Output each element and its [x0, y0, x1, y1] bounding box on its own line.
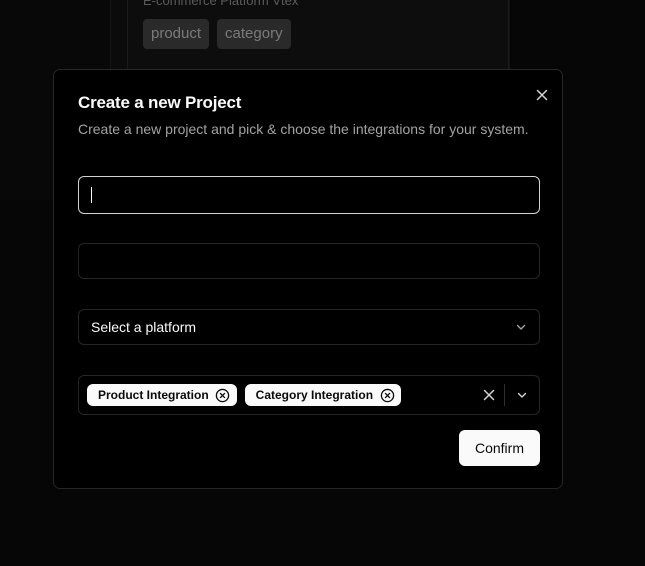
multiselect-toggle-button[interactable] [505, 380, 539, 410]
close-icon [536, 89, 548, 101]
close-icon [483, 389, 495, 401]
circle-x-icon [215, 388, 230, 402]
app-stage: E-commerce Platform Vtex product categor… [0, 0, 645, 566]
background-card-title: E-commerce Platform Vtex [143, 0, 299, 8]
integration-chip: Category Integration [244, 384, 402, 406]
project-name-input[interactable] [79, 177, 539, 213]
integration-chip-label: Product Integration [98, 388, 209, 402]
project-description-field[interactable] [78, 243, 540, 279]
background-tag-list: product category [143, 19, 291, 49]
confirm-button[interactable]: Confirm [459, 430, 540, 466]
chevron-down-icon [517, 392, 527, 398]
integrations-multiselect[interactable]: Product Integration Category Integration [78, 375, 540, 415]
integration-chip-label: Category Integration [255, 388, 374, 402]
integration-chip: Product Integration [87, 384, 237, 406]
close-button[interactable] [532, 85, 552, 105]
circle-x-icon [380, 388, 394, 402]
platform-select[interactable]: Select a platform [78, 309, 540, 345]
project-name-field[interactable] [78, 176, 540, 214]
platform-select-value: Select a platform [91, 319, 197, 335]
create-project-dialog: Create a new Project Create a new projec… [53, 69, 563, 489]
project-description-input[interactable] [79, 244, 539, 278]
background-tag: product [143, 19, 210, 49]
chevron-down-icon [516, 324, 526, 330]
clear-selection-button[interactable] [474, 380, 504, 410]
chip-remove-button[interactable] [379, 387, 395, 403]
multiselect-actions [474, 376, 539, 414]
dialog-title: Create a new Project [78, 93, 242, 112]
dialog-description: Create a new project and pick & choose t… [78, 121, 529, 137]
text-caret [91, 187, 92, 203]
background-tag: category [217, 19, 291, 49]
chip-remove-button[interactable] [215, 387, 231, 403]
